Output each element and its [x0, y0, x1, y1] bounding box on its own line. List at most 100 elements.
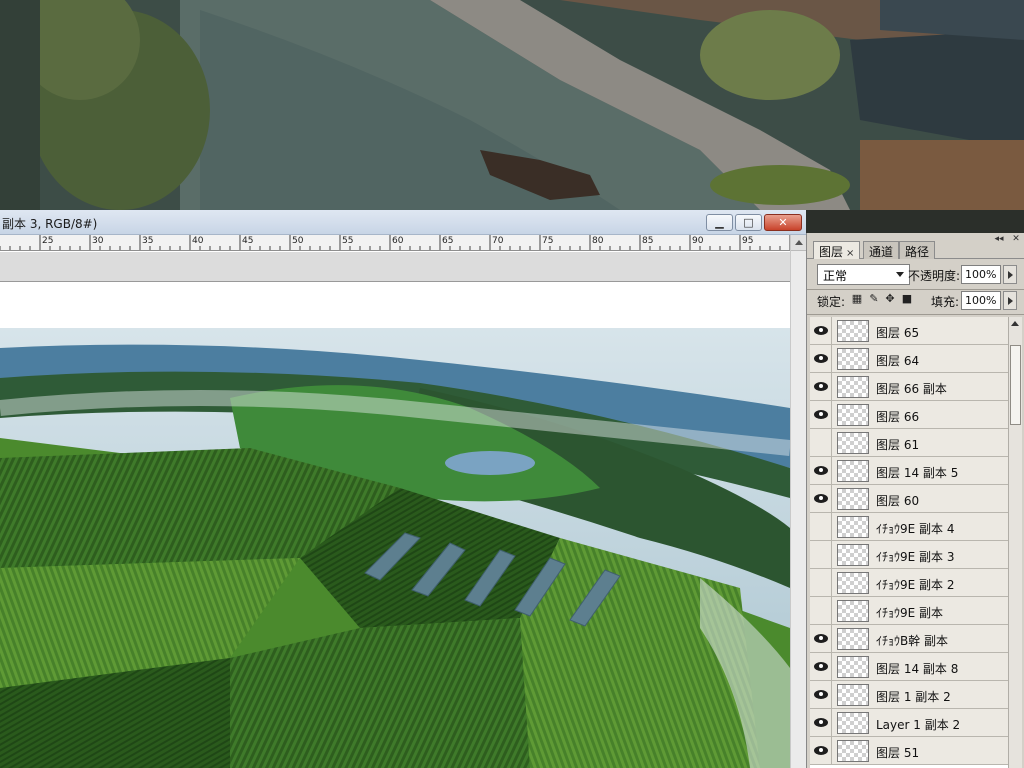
layer-row[interactable]: 图层 64: [810, 345, 1008, 373]
layer-name[interactable]: ｲﾁｮｳ9E 副本 2: [876, 576, 954, 593]
layer-row[interactable]: 图层 14 副本 5: [810, 457, 1008, 485]
layer-name[interactable]: ｲﾁｮｳ9E 副本: [876, 604, 943, 621]
layer-name[interactable]: 图层 14 副本 5: [876, 464, 958, 481]
layer-thumbnail[interactable]: [837, 516, 869, 538]
layer-row[interactable]: 图层 66: [810, 401, 1008, 429]
layer-row[interactable]: 图层 61: [810, 429, 1008, 457]
layer-row[interactable]: ｲﾁｮｳ9E 副本 3: [810, 541, 1008, 569]
tab-close-icon[interactable]: ×: [846, 248, 854, 259]
layer-name[interactable]: ｲﾁｮｳ9E 副本 4: [876, 520, 954, 537]
fill-slider-button[interactable]: [1003, 291, 1017, 310]
pasteboard-area: [0, 252, 790, 282]
tab-label: 路径: [905, 245, 930, 259]
layer-row[interactable]: 图层 60: [810, 485, 1008, 513]
aerial-farm-rendering[interactable]: [0, 328, 790, 768]
opacity-label: 不透明度:: [908, 269, 961, 283]
vertical-scrollbar[interactable]: [790, 235, 806, 768]
layer-name[interactable]: Layer 1 副本 2: [876, 716, 960, 733]
blend-mode-select[interactable]: 正常: [817, 264, 910, 285]
layer-row[interactable]: 图层 1 副本 2: [810, 681, 1008, 709]
lock-move-icon[interactable]: ✥: [884, 293, 896, 305]
layer-row[interactable]: 图层 65: [810, 317, 1008, 345]
layer-thumbnail[interactable]: [837, 460, 869, 482]
minimize-button[interactable]: ▁: [706, 214, 733, 231]
layer-row[interactable]: 图层 66 副本: [810, 373, 1008, 401]
visibility-toggle[interactable]: [810, 345, 832, 372]
panel-close-icon[interactable]: ✕: [1010, 235, 1022, 245]
layer-thumbnail[interactable]: [837, 600, 869, 622]
opacity-slider-button[interactable]: [1003, 265, 1017, 284]
layer-name[interactable]: 图层 66 副本: [876, 380, 947, 397]
close-icon: ✕: [778, 216, 788, 229]
layer-name[interactable]: ｲﾁｮｳB幹 副本: [876, 632, 948, 649]
visibility-toggle[interactable]: [810, 485, 832, 512]
visibility-toggle[interactable]: [810, 709, 832, 736]
layer-row[interactable]: ｲﾁｮｳ9E 副本 4: [810, 513, 1008, 541]
layer-name[interactable]: ｲﾁｮｳ9E 副本 3: [876, 548, 954, 565]
layer-thumbnail[interactable]: [837, 712, 869, 734]
maximize-button[interactable]: □: [735, 214, 762, 231]
layer-name[interactable]: 图层 66: [876, 408, 919, 425]
layer-thumbnail[interactable]: [837, 488, 869, 510]
layer-name[interactable]: 图层 14 副本 8: [876, 660, 958, 677]
close-button[interactable]: ✕: [764, 214, 802, 231]
layer-name[interactable]: 图层 64: [876, 352, 919, 369]
lock-brush-icon[interactable]: ✎: [868, 293, 880, 305]
visibility-toggle[interactable]: [810, 681, 832, 708]
ruler-tick-label: 75: [542, 236, 554, 246]
layer-row[interactable]: Layer 1 副本 2: [810, 709, 1008, 737]
ruler-tick-label: 50: [292, 236, 304, 246]
visibility-toggle[interactable]: [810, 653, 832, 680]
ruler-tick-label: 70: [492, 236, 504, 246]
layer-thumbnail[interactable]: [837, 404, 869, 426]
layer-thumbnail[interactable]: [837, 740, 869, 762]
divider: [807, 289, 1024, 290]
visibility-toggle[interactable]: [810, 625, 832, 652]
layer-list-scrollbar[interactable]: [1008, 317, 1022, 768]
layer-thumbnail[interactable]: [837, 656, 869, 678]
visibility-toggle[interactable]: [810, 541, 832, 568]
visibility-toggle[interactable]: [810, 457, 832, 484]
document-window: 副本 3, RGB/8#) ▁ □ ✕ 25 30 35 40 45 50 55…: [0, 210, 806, 768]
layer-thumbnail[interactable]: [837, 320, 869, 342]
layer-name[interactable]: 图层 61: [876, 436, 919, 453]
lock-all-icon[interactable]: ■: [901, 293, 913, 305]
scroll-thumb[interactable]: [1010, 345, 1021, 425]
visibility-toggle[interactable]: [810, 317, 832, 344]
ruler-tick-label: 85: [642, 236, 654, 246]
fill-field[interactable]: 100%: [961, 291, 1001, 310]
tab-paths[interactable]: 路径: [899, 241, 936, 259]
opacity-field[interactable]: 100%: [961, 265, 1001, 284]
layer-name[interactable]: 图层 65: [876, 324, 919, 341]
tab-layers[interactable]: 图层 ×: [813, 241, 861, 259]
visibility-toggle[interactable]: [810, 513, 832, 540]
scroll-up-icon[interactable]: [1011, 321, 1019, 326]
layer-row[interactable]: ｲﾁｮｳ9E 副本: [810, 597, 1008, 625]
visibility-toggle[interactable]: [810, 373, 832, 400]
panel-collapse-icon[interactable]: ◂◂: [993, 235, 1005, 245]
scroll-up-icon[interactable]: [791, 235, 806, 251]
layer-row[interactable]: 图层 14 副本 8: [810, 653, 1008, 681]
layer-name[interactable]: 图层 1 副本 2: [876, 688, 951, 705]
visibility-toggle[interactable]: [810, 737, 832, 764]
layer-thumbnail[interactable]: [837, 376, 869, 398]
layer-row[interactable]: 图层 51: [810, 737, 1008, 765]
visibility-toggle[interactable]: [810, 429, 832, 456]
layer-name[interactable]: 图层 51: [876, 744, 919, 761]
horizontal-ruler[interactable]: 25 30 35 40 45 50 55 60 65 70 75 80 85 9…: [0, 235, 790, 251]
layer-thumbnail[interactable]: [837, 432, 869, 454]
layer-thumbnail[interactable]: [837, 628, 869, 650]
visibility-toggle[interactable]: [810, 597, 832, 624]
layer-name[interactable]: 图层 60: [876, 492, 919, 509]
visibility-toggle[interactable]: [810, 569, 832, 596]
lock-transparent-icon[interactable]: ▦: [851, 293, 863, 305]
layer-row[interactable]: ｲﾁｮｳ9E 副本 2: [810, 569, 1008, 597]
layer-thumbnail[interactable]: [837, 544, 869, 566]
tab-channels[interactable]: 通道: [863, 241, 900, 259]
visibility-toggle[interactable]: [810, 401, 832, 428]
layer-thumbnail[interactable]: [837, 572, 869, 594]
layer-row[interactable]: ｲﾁｮｳB幹 副本: [810, 625, 1008, 653]
layer-thumbnail[interactable]: [837, 348, 869, 370]
layer-thumbnail[interactable]: [837, 684, 869, 706]
document-titlebar[interactable]: 副本 3, RGB/8#) ▁ □ ✕: [0, 210, 806, 235]
